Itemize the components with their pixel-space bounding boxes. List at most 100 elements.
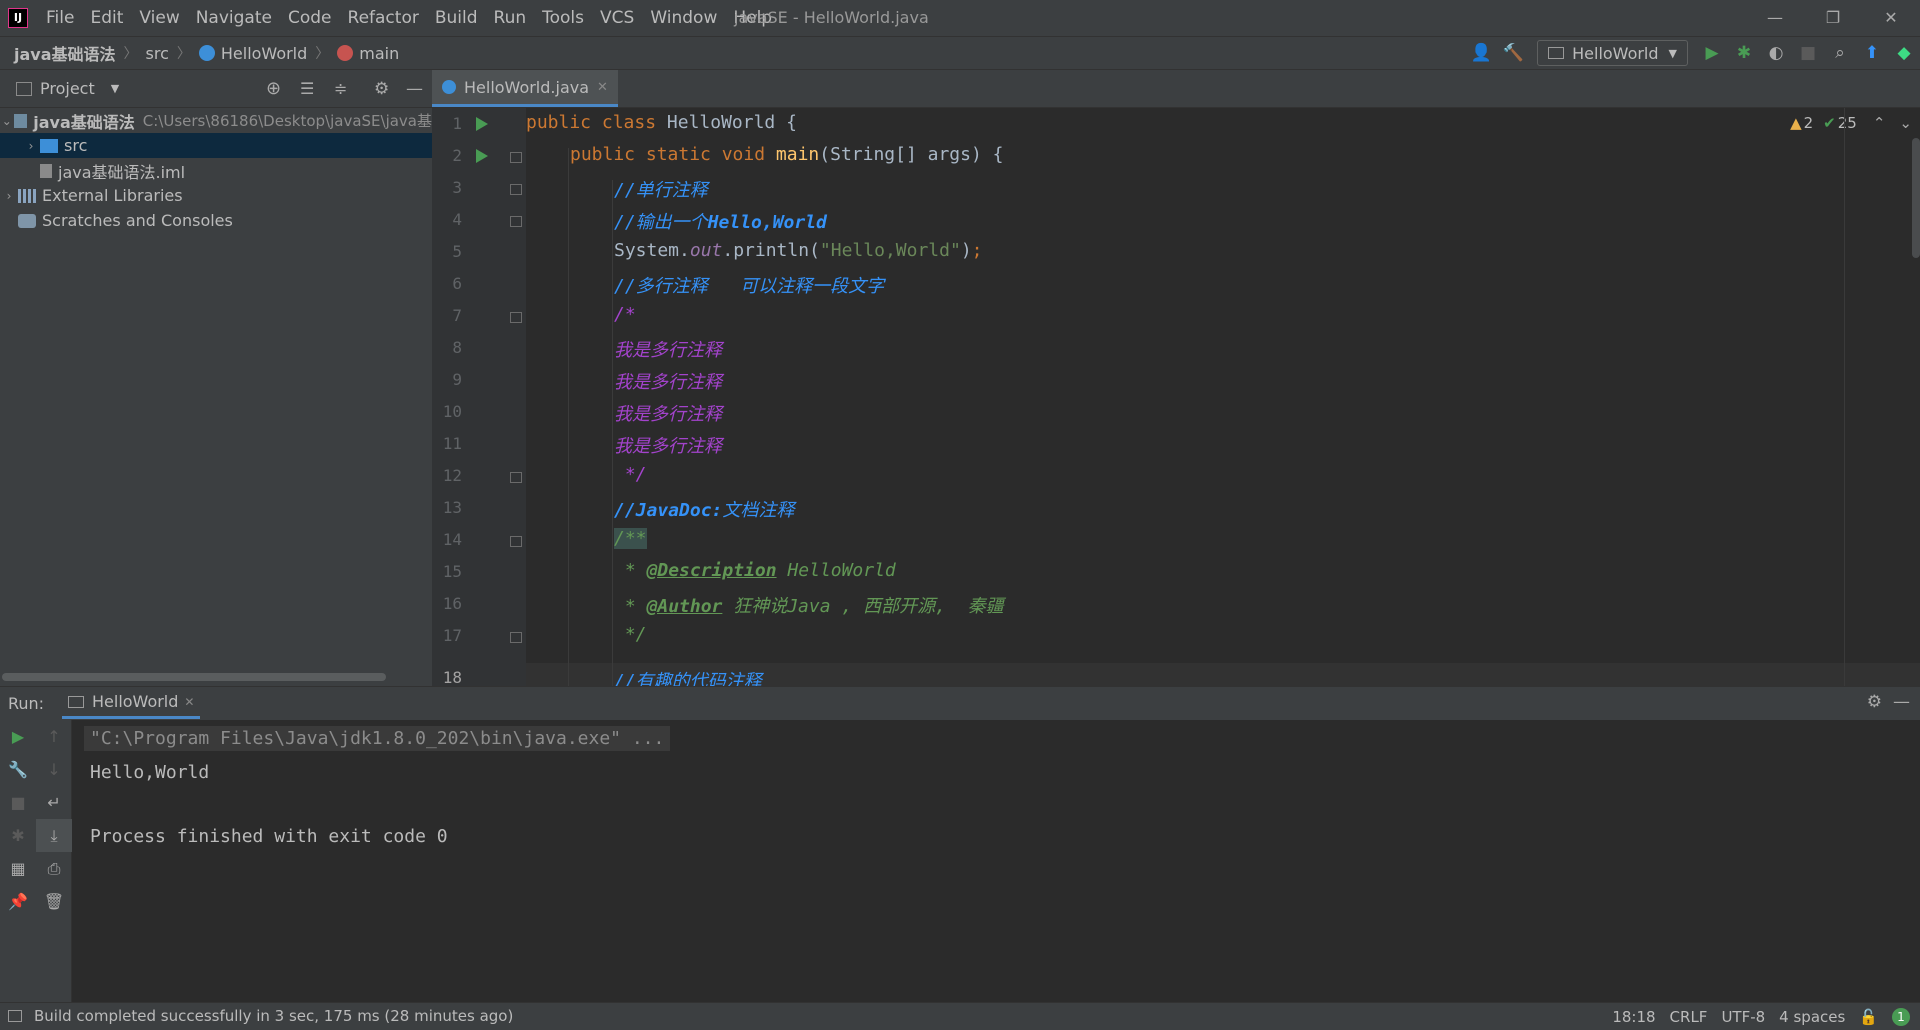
- lock-icon[interactable]: 🔓: [1859, 1008, 1878, 1026]
- tree-item-src[interactable]: › src: [0, 133, 432, 158]
- menu-view[interactable]: View: [131, 8, 187, 28]
- line-separator[interactable]: CRLF: [1670, 1008, 1708, 1026]
- scroll-to-end-icon[interactable]: ⤓: [36, 819, 72, 852]
- run-config-selector[interactable]: HelloWorld ▼: [1537, 40, 1688, 66]
- run-gutter-icon[interactable]: [476, 149, 488, 163]
- fold-icon[interactable]: [510, 312, 522, 323]
- menu-run[interactable]: Run: [486, 8, 535, 28]
- tab-helloworld-java[interactable]: HelloWorld.java ✕: [432, 70, 618, 107]
- run-panel-header: Run: HelloWorld ✕ ⚙ —: [0, 686, 1920, 720]
- tree-item-iml[interactable]: java基础语法.iml: [0, 158, 432, 183]
- gear-icon[interactable]: ⚙: [374, 79, 389, 99]
- menu-edit[interactable]: Edit: [82, 8, 131, 28]
- horizontal-scrollbar[interactable]: [2, 673, 386, 681]
- menu-tools[interactable]: Tools: [534, 8, 592, 28]
- code-line-7: /*: [614, 304, 636, 325]
- breadcrumb-folder[interactable]: src: [146, 44, 169, 63]
- code-text: HelloWorld {: [666, 112, 797, 133]
- project-panel-title[interactable]: Project: [40, 79, 95, 98]
- menu-window[interactable]: Window: [642, 8, 725, 28]
- notifications-badge[interactable]: 1: [1892, 1007, 1910, 1026]
- chevron-down-icon[interactable]: ▼: [111, 82, 119, 95]
- chevron-up-icon[interactable]: ⌃: [1873, 114, 1886, 132]
- update-icon[interactable]: ⬆: [1856, 37, 1888, 69]
- restore-button[interactable]: ❐: [1804, 0, 1862, 36]
- fold-icon[interactable]: [510, 632, 522, 643]
- soft-wrap-icon[interactable]: ↵: [36, 786, 72, 819]
- run-tab-helloworld[interactable]: HelloWorld ✕: [62, 687, 201, 719]
- project-view-icon: [16, 81, 32, 96]
- fold-icon[interactable]: [510, 184, 522, 195]
- code-doc-comment: *: [614, 596, 647, 617]
- code-string: "Hello,World": [819, 240, 961, 261]
- stop-icon[interactable]: ■: [1792, 37, 1824, 69]
- stop-icon[interactable]: ■: [0, 786, 36, 819]
- code-line-4: //输出一个Hello,World: [526, 208, 827, 234]
- breadcrumb-project[interactable]: java基础语法: [14, 41, 116, 65]
- code-line-5: System.out.println("Hello,World");: [526, 240, 983, 261]
- print-icon[interactable]: ⎙: [36, 852, 72, 885]
- line-number: 4: [452, 210, 462, 229]
- run-icon[interactable]: ▶: [1696, 37, 1728, 69]
- wrench-icon[interactable]: 🔧: [0, 753, 36, 786]
- menu-refactor[interactable]: Refactor: [340, 8, 427, 28]
- debug-bug-icon[interactable]: ✱: [0, 819, 36, 852]
- build-hammer-icon[interactable]: 🔨: [1497, 37, 1529, 69]
- fold-icon[interactable]: [510, 472, 522, 483]
- trash-icon[interactable]: 🗑: [36, 885, 72, 918]
- locate-icon[interactable]: ⊕: [266, 78, 281, 99]
- coverage-shield-icon[interactable]: ◐: [1760, 37, 1792, 69]
- hide-panel-icon[interactable]: —: [406, 79, 423, 99]
- line-number: 6: [452, 274, 462, 293]
- run-tab-label: HelloWorld: [92, 692, 179, 711]
- menu-build[interactable]: Build: [427, 8, 486, 28]
- tree-item-external-libraries[interactable]: › External Libraries: [0, 183, 432, 208]
- code-editor[interactable]: 1 2 3 4 5 6 7 8 9 10 11 12 13 14 15 16 1…: [432, 108, 1920, 686]
- fold-icon[interactable]: [510, 216, 522, 227]
- plugin-icon[interactable]: ◆: [1888, 37, 1920, 69]
- code-line-18: //有趣的代码注释: [614, 671, 762, 686]
- console-output[interactable]: "C:\Program Files\Java\jdk1.8.0_202\bin\…: [72, 720, 1920, 1002]
- debug-bug-icon[interactable]: ✱: [1728, 37, 1760, 69]
- layout-icon[interactable]: ▦: [0, 852, 36, 885]
- expand-all-icon[interactable]: ☰: [300, 79, 314, 98]
- gear-icon[interactable]: ⚙: [1867, 692, 1882, 712]
- chevron-right-icon[interactable]: ›: [22, 139, 40, 153]
- close-icon[interactable]: ✕: [597, 80, 608, 95]
- tree-item-project-root[interactable]: ⌄ java基础语法 C:\Users\86186\Desktop\javaSE…: [0, 108, 432, 133]
- hide-panel-icon[interactable]: —: [1893, 692, 1910, 712]
- indent-setting[interactable]: 4 spaces: [1779, 1008, 1845, 1026]
- menu-vcs[interactable]: VCS: [592, 8, 642, 28]
- close-icon[interactable]: ✕: [184, 695, 194, 709]
- chevron-down-icon[interactable]: ⌄: [1899, 114, 1912, 132]
- menu-code[interactable]: Code: [280, 8, 340, 28]
- arrow-down-icon[interactable]: ↓: [36, 753, 72, 786]
- warning-icon: ▲: [1790, 114, 1802, 132]
- search-icon[interactable]: ⌕: [1824, 37, 1856, 69]
- menu-file[interactable]: File: [38, 8, 82, 28]
- menu-navigate[interactable]: Navigate: [188, 8, 280, 28]
- fold-icon[interactable]: [510, 152, 522, 163]
- chevron-right-icon[interactable]: ›: [0, 189, 18, 203]
- caret-position[interactable]: 18:18: [1612, 1008, 1655, 1026]
- status-message[interactable]: Build completed successfully in 3 sec, 1…: [34, 1003, 513, 1030]
- fold-icon[interactable]: [510, 536, 522, 547]
- user-icon[interactable]: 👤: [1465, 37, 1497, 69]
- minimize-button[interactable]: —: [1746, 0, 1804, 36]
- rerun-icon[interactable]: ▶: [0, 720, 36, 753]
- inspections-widget[interactable]: ▲ 2 ✔ 25 ⌃ ⌄: [1790, 114, 1912, 132]
- collapse-all-icon[interactable]: ≑: [334, 79, 347, 98]
- tool-window-toggle-icon[interactable]: [8, 1010, 22, 1022]
- breadcrumb-class[interactable]: HelloWorld: [221, 44, 307, 63]
- arrow-up-icon[interactable]: ↑: [36, 720, 72, 753]
- run-gutter-icon[interactable]: [476, 117, 488, 131]
- pin-icon[interactable]: 📌: [0, 885, 36, 918]
- breadcrumb-method[interactable]: main: [359, 44, 399, 63]
- tree-item-label: java基础语法: [33, 112, 135, 132]
- close-window-button[interactable]: ✕: [1862, 0, 1920, 36]
- tree-item-scratches[interactable]: Scratches and Consoles: [0, 208, 432, 233]
- code-line-13: //JavaDoc:文档注释: [526, 496, 794, 522]
- chevron-down-icon[interactable]: ⌄: [0, 114, 14, 128]
- file-encoding[interactable]: UTF-8: [1721, 1008, 1765, 1026]
- vertical-scrollbar[interactable]: [1912, 138, 1920, 258]
